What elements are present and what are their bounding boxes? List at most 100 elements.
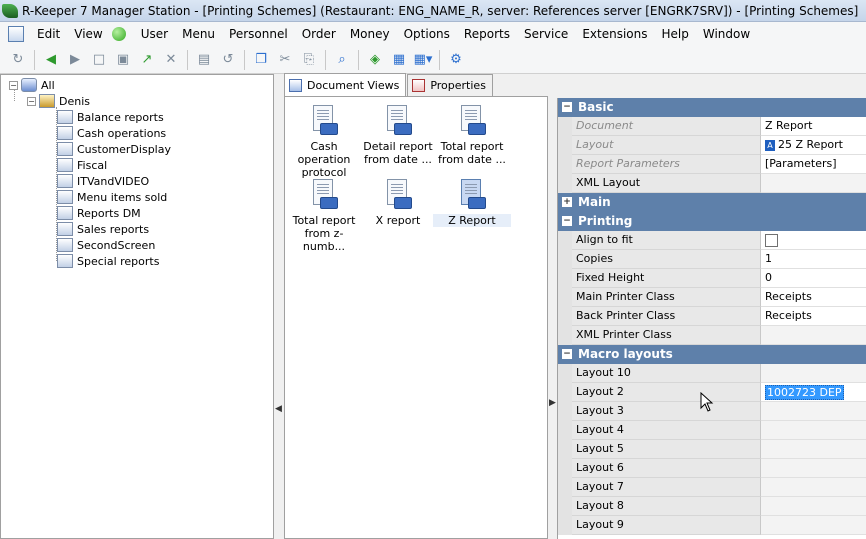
align-to-fit-checkbox[interactable]	[765, 233, 778, 247]
tree-item[interactable]: ITVandVIDEO	[57, 173, 149, 189]
property-value[interactable]: 0	[761, 269, 866, 288]
chevron-right-icon[interactable]: ▶	[549, 398, 556, 408]
tree-item[interactable]: Menu items sold	[57, 189, 167, 205]
menu-reports[interactable]: Reports	[457, 27, 517, 41]
property-row[interactable]: Main Printer Class Receipts	[558, 288, 866, 307]
new-icon[interactable]: □	[89, 50, 109, 70]
section-printing[interactable]: − Printing	[558, 212, 866, 231]
property-value[interactable]	[761, 174, 866, 193]
delete-icon[interactable]: ✕	[161, 50, 181, 70]
chevron-left-icon[interactable]: ◀	[275, 404, 282, 414]
property-row[interactable]: Layout 5	[558, 440, 866, 459]
tree-item[interactable]: Cash operations	[57, 125, 166, 141]
tree-item[interactable]: Reports DM	[57, 205, 141, 221]
tree-item[interactable]: Fiscal	[57, 157, 107, 173]
undo-icon[interactable]: ↺	[218, 50, 238, 70]
property-row[interactable]: Report Parameters [Parameters]	[558, 155, 866, 174]
collapse-icon[interactable]: −	[562, 349, 572, 359]
expand-icon[interactable]: +	[562, 197, 572, 207]
right-splitter[interactable]: ▶	[548, 74, 556, 539]
property-row[interactable]: Back Printer Class Receipts	[558, 307, 866, 326]
back-icon[interactable]: ◀	[41, 50, 61, 70]
menu-user[interactable]: User	[134, 27, 175, 41]
property-value[interactable]: Z Report	[761, 117, 866, 136]
property-row[interactable]: Layout A 25 Z Report	[558, 136, 866, 155]
save-icon[interactable]: ▣	[113, 50, 133, 70]
property-value[interactable]	[761, 478, 866, 497]
collapse-icon[interactable]: −	[9, 80, 18, 90]
property-row[interactable]: Layout 6	[558, 459, 866, 478]
property-value[interactable]	[761, 326, 866, 345]
status-green-icon[interactable]	[111, 27, 126, 41]
property-row[interactable]: XML Layout	[558, 174, 866, 193]
property-value[interactable]: A 25 Z Report	[761, 136, 866, 155]
layout-2-edit-field[interactable]: 1002723 DEP	[765, 384, 844, 400]
property-value[interactable]	[761, 440, 866, 459]
property-value[interactable]	[761, 402, 866, 421]
menu-extensions[interactable]: Extensions	[575, 27, 654, 41]
tree-item[interactable]: SecondScreen	[57, 237, 155, 253]
property-row[interactable]: XML Printer Class	[558, 326, 866, 345]
property-value[interactable]: 1002723 DEP	[761, 383, 866, 402]
property-value[interactable]: Receipts	[761, 288, 866, 307]
menu-help[interactable]: Help	[654, 27, 695, 41]
left-splitter[interactable]: ◀	[274, 74, 282, 539]
document-item[interactable]: Detail report from date ...	[359, 105, 437, 166]
property-row[interactable]: Align to fit	[558, 231, 866, 250]
property-value[interactable]	[761, 459, 866, 478]
property-value[interactable]	[761, 516, 866, 535]
property-row[interactable]: Fixed Height 0	[558, 269, 866, 288]
menu-options[interactable]: Options	[397, 27, 457, 41]
menu-menu[interactable]: Menu	[175, 27, 222, 41]
property-value[interactable]: 1	[761, 250, 866, 269]
menu-edit[interactable]: Edit	[30, 27, 67, 41]
collapse-icon[interactable]: −	[562, 102, 572, 112]
tree-item[interactable]: Special reports	[57, 253, 159, 269]
menu-service[interactable]: Service	[517, 27, 575, 41]
property-row[interactable]: Layout 10	[558, 364, 866, 383]
property-row[interactable]: Copies 1	[558, 250, 866, 269]
property-row[interactable]: Document Z Report	[558, 117, 866, 136]
document-item[interactable]: X report	[359, 179, 437, 227]
menu-view[interactable]: View	[67, 27, 109, 41]
export-icon[interactable]: ↗	[137, 50, 157, 70]
save-all-icon[interactable]: ▤	[194, 50, 214, 70]
grid-view-icon[interactable]: ▦▾	[413, 50, 433, 70]
document-item[interactable]: Cash operation protocol	[285, 105, 363, 179]
document-item[interactable]: Total report from date ...	[433, 105, 511, 166]
menu-money[interactable]: Money	[343, 27, 397, 41]
copy-icon[interactable]: ❐	[251, 50, 271, 70]
section-main[interactable]: + Main	[558, 193, 866, 212]
property-value[interactable]: [Parameters]	[761, 155, 866, 174]
property-value[interactable]	[761, 421, 866, 440]
tree-item[interactable]: Sales reports	[57, 221, 149, 237]
tree-item[interactable]: Balance reports	[57, 109, 164, 125]
property-row[interactable]: Layout 9	[558, 516, 866, 535]
layers-icon[interactable]: ▦	[389, 50, 409, 70]
document-item[interactable]: Total report from z-numb...	[285, 179, 363, 253]
collapse-icon[interactable]: −	[562, 216, 572, 226]
settings-icon[interactable]: ⚙	[446, 50, 466, 70]
tab-document-views[interactable]: Document Views	[284, 73, 407, 96]
refresh-icon[interactable]: ↻	[8, 50, 28, 70]
menu-window[interactable]: Window	[696, 27, 757, 41]
menu-order[interactable]: Order	[295, 27, 343, 41]
tab-properties[interactable]: Properties	[407, 74, 493, 96]
menu-personnel[interactable]: Personnel	[222, 27, 295, 41]
system-menu-icon[interactable]	[8, 26, 24, 42]
forward-icon[interactable]: ▶	[65, 50, 85, 70]
property-value[interactable]	[761, 497, 866, 516]
property-value[interactable]	[761, 231, 866, 250]
paste-icon[interactable]: ⎘	[299, 50, 319, 70]
property-row[interactable]: Layout 4	[558, 421, 866, 440]
cut-icon[interactable]: ✂	[275, 50, 295, 70]
property-value[interactable]: Receipts	[761, 307, 866, 326]
find-icon[interactable]: ⌕	[332, 50, 352, 70]
section-macro-layouts[interactable]: − Macro layouts	[558, 345, 866, 364]
property-row[interactable]: Layout 7	[558, 478, 866, 497]
tree-node-all[interactable]: − All	[9, 77, 55, 93]
section-basic[interactable]: − Basic	[558, 98, 866, 117]
property-value[interactable]	[761, 364, 866, 383]
collapse-icon[interactable]: −	[27, 96, 36, 106]
filter-icon[interactable]: ◈	[365, 50, 385, 70]
